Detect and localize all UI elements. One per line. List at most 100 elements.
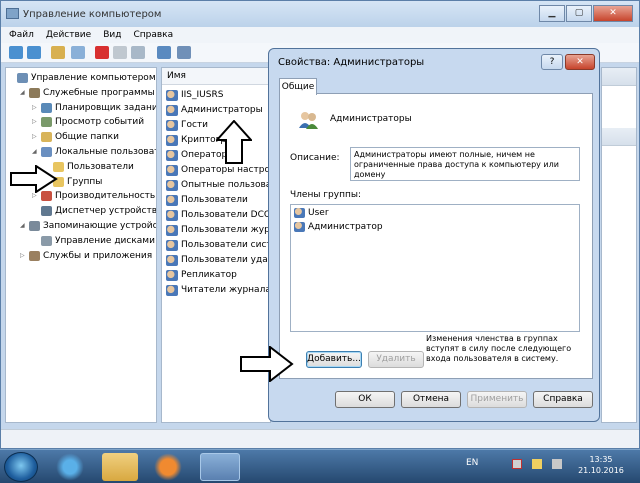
- general-tab-panel: Администраторы Описание: Администраторы …: [279, 93, 593, 379]
- add-button[interactable]: Добавить...: [306, 351, 362, 368]
- status-bar: [1, 429, 639, 448]
- expand-arrow-icon[interactable]: ▷: [32, 101, 39, 115]
- remove-button[interactable]: Удалить: [368, 351, 424, 368]
- group-icon: [166, 165, 178, 176]
- clock[interactable]: 13:35 21.10.2016: [575, 454, 627, 476]
- delete-icon[interactable]: [95, 46, 109, 59]
- members-list[interactable]: User Администратор: [290, 204, 580, 332]
- expand-arrow-icon[interactable]: ▷: [32, 130, 39, 144]
- explorer-icon[interactable]: [102, 453, 138, 481]
- maximize-button[interactable]: ▢: [566, 5, 592, 22]
- action-center-icon[interactable]: [532, 459, 542, 469]
- tree-item[interactable]: ◢ Локальные пользовате: [32, 145, 156, 159]
- name-column-header[interactable]: Имя: [162, 68, 270, 85]
- menu-help[interactable]: Справка: [133, 27, 173, 43]
- tree-item-label: Общие папки: [55, 132, 119, 143]
- close-button[interactable]: ✕: [593, 5, 633, 22]
- tree-item-label: Просмотр событий: [55, 117, 145, 128]
- group-icon: [166, 90, 178, 101]
- tree-item[interactable]: Управление компьютером (л: [8, 71, 156, 85]
- console-tree: Управление компьютером (л ◢ Служебные прог…: [5, 67, 157, 423]
- list-item[interactable]: Репликатор: [166, 268, 237, 283]
- list-item[interactable]: Операторы настрой: [166, 163, 271, 178]
- title-bar[interactable]: Управление компьютером ▁ ▢ ✕: [1, 1, 639, 27]
- tree-item-label: Группы: [67, 176, 103, 187]
- apply-button[interactable]: Применить: [467, 391, 527, 408]
- group-icon: [166, 180, 178, 191]
- expand-arrow-icon[interactable]: ▷: [32, 115, 39, 129]
- list-item[interactable]: Пользователи удале: [166, 253, 270, 268]
- menu-file[interactable]: Файл: [9, 27, 34, 43]
- description-field[interactable]: Администраторы имеют полные, ничем не ог…: [350, 147, 580, 181]
- back-icon[interactable]: [9, 46, 23, 59]
- member-row[interactable]: Администратор: [294, 222, 383, 232]
- tree-item[interactable]: Диспетчер устройств: [32, 204, 156, 218]
- list-item-label: IIS_IUSRS: [181, 90, 224, 100]
- tree-item-label: Запоминающие устройст: [43, 221, 157, 231]
- media-player-icon[interactable]: [150, 453, 186, 481]
- arrow-right-icon: [10, 165, 58, 193]
- start-button[interactable]: [4, 452, 38, 482]
- tree-item[interactable]: ▷ Планировщик заданий: [32, 101, 157, 115]
- group-icon: [166, 225, 178, 236]
- ok-button[interactable]: ОК: [335, 391, 395, 408]
- refresh-icon[interactable]: [131, 46, 145, 59]
- actions-subheader[interactable]: [602, 128, 636, 146]
- expand-arrow-icon[interactable]: ▷: [20, 249, 27, 263]
- list-item[interactable]: Гости: [166, 118, 208, 133]
- membership-note: Изменения членства в группах вступят в с…: [426, 334, 572, 363]
- minimize-button[interactable]: ▁: [539, 5, 565, 22]
- list-item[interactable]: Администраторы: [166, 103, 263, 118]
- show-hide-tree-icon[interactable]: [71, 46, 85, 59]
- group-icon: [166, 255, 178, 266]
- list-item-label: Пользователи DCOM: [181, 210, 271, 220]
- internet-explorer-icon[interactable]: [52, 453, 88, 481]
- computer-management-taskbar-button[interactable]: [200, 453, 240, 481]
- actions-header[interactable]: [602, 68, 636, 86]
- list-item[interactable]: Пользователи DCOM: [166, 208, 271, 223]
- tree-item[interactable]: ◢ Запоминающие устройст: [20, 219, 157, 233]
- user-icon: [294, 222, 305, 232]
- volume-icon[interactable]: [552, 459, 562, 469]
- tree-item[interactable]: Управление дисками: [32, 234, 155, 248]
- tree-item-label: Планировщик заданий: [55, 102, 157, 113]
- member-row[interactable]: User: [294, 208, 329, 218]
- forward-icon[interactable]: [27, 46, 41, 59]
- dialog-close-button[interactable]: ✕: [565, 54, 595, 70]
- list-item[interactable]: Пользователи систе: [166, 238, 270, 253]
- tree-item[interactable]: ▷ Службы и приложения: [20, 249, 152, 263]
- dialog-title: Свойства: Администраторы: [278, 57, 425, 68]
- cancel-button[interactable]: Отмена: [401, 391, 461, 408]
- group-icon: [166, 195, 178, 206]
- dialog-help-button[interactable]: ?: [541, 54, 563, 70]
- help-button[interactable]: Справка: [533, 391, 593, 408]
- network-icon[interactable]: [512, 459, 522, 469]
- group-icon: [166, 210, 178, 221]
- properties-icon[interactable]: [113, 46, 127, 59]
- list-item[interactable]: Опытные пользоват: [166, 178, 270, 193]
- list-item[interactable]: Пользователи: [166, 193, 248, 208]
- up-folder-icon[interactable]: [51, 46, 65, 59]
- list-item[interactable]: Читатели журнала с: [166, 283, 270, 298]
- help-icon[interactable]: [157, 46, 171, 59]
- list-item-label: Репликатор: [181, 270, 237, 280]
- expand-arrow-icon[interactable]: ◢: [32, 145, 39, 159]
- tab-general[interactable]: Общие: [279, 78, 317, 95]
- menu-action[interactable]: Действие: [46, 27, 91, 43]
- member-name: Администратор: [308, 222, 383, 232]
- view-icon[interactable]: [177, 46, 191, 59]
- disk-icon: [41, 235, 52, 246]
- expand-arrow-icon[interactable]: ◢: [20, 219, 27, 233]
- language-indicator[interactable]: EN: [466, 458, 478, 468]
- list-item-label: Операторы настрой: [181, 165, 271, 175]
- tree-item[interactable]: ◢ Служебные программы: [20, 86, 155, 100]
- list-item[interactable]: IIS_IUSRS: [166, 88, 223, 103]
- tree-item[interactable]: ▷ Общие папки: [32, 130, 119, 144]
- clock-date: 21.10.2016: [578, 466, 624, 475]
- expand-arrow-icon[interactable]: ◢: [20, 86, 27, 100]
- tree-item[interactable]: ▷ Просмотр событий: [32, 115, 144, 129]
- menu-view[interactable]: Вид: [103, 27, 121, 43]
- list-item-label: Пользователи журн: [181, 225, 271, 235]
- list-item[interactable]: Пользователи журн: [166, 223, 271, 238]
- members-label: Члены группы:: [290, 190, 361, 200]
